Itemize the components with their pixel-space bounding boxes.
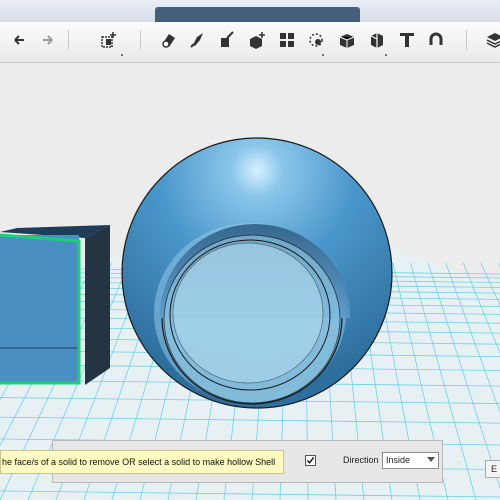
chevron-down-icon (427, 457, 435, 462)
window-title-tab (155, 7, 360, 22)
plus-box-icon (250, 32, 265, 49)
solid-box-icon (339, 34, 355, 48)
toolbar-separator (68, 30, 69, 50)
redo-button[interactable] (36, 29, 58, 51)
direction-value: Inside (386, 455, 411, 465)
cube-solid[interactable] (0, 225, 110, 385)
text-tool-button[interactable] (396, 29, 418, 51)
direction-select[interactable]: Inside (382, 452, 439, 469)
corner-button[interactable]: E (485, 460, 500, 478)
pattern-tool-button[interactable] (276, 29, 298, 51)
main-toolbar (0, 22, 500, 63)
construct-tool-button[interactable] (187, 29, 209, 51)
3d-viewport[interactable] (0, 63, 500, 500)
layers-button[interactable] (484, 29, 500, 51)
snap-icon (309, 33, 323, 47)
title-bar (0, 0, 500, 22)
split-box-icon (370, 33, 383, 48)
dropdown-dot (121, 54, 123, 56)
paint-icon (221, 31, 234, 47)
modify-tool-button[interactable] (216, 29, 238, 51)
snap-tool-button[interactable] (305, 29, 327, 51)
sketch-tool-button[interactable] (158, 29, 180, 51)
undo-button[interactable] (9, 29, 31, 51)
pattern-icon (280, 33, 294, 47)
toolbar-separator (466, 30, 467, 50)
toolbar-separator (140, 30, 141, 50)
material-tool-button[interactable] (366, 29, 388, 51)
text-icon (400, 33, 414, 47)
hollow-sphere-solid[interactable] (121, 137, 393, 409)
measure-tool-button[interactable] (425, 29, 447, 51)
dropdown-dot (385, 54, 387, 56)
instruction-hint: he face/s of a solid to remove OR select… (0, 450, 284, 474)
direction-label: Direction (343, 455, 379, 465)
shell-options-checkbox[interactable] (305, 455, 316, 466)
magnet-icon (429, 32, 443, 45)
undo-icon (14, 35, 24, 45)
sketch-icon (162, 34, 175, 48)
dropdown-dot (322, 54, 324, 56)
layers-icon (486, 33, 500, 48)
group-tool-button[interactable] (336, 29, 358, 51)
brush-icon (190, 33, 203, 48)
add-primitive-button[interactable] (98, 29, 120, 51)
modify-plus-tool-button[interactable] (246, 29, 268, 51)
redo-icon (43, 35, 53, 45)
scene-canvas[interactable] (0, 63, 500, 500)
checkmark-icon (306, 456, 315, 464)
add-box-icon (101, 32, 116, 48)
